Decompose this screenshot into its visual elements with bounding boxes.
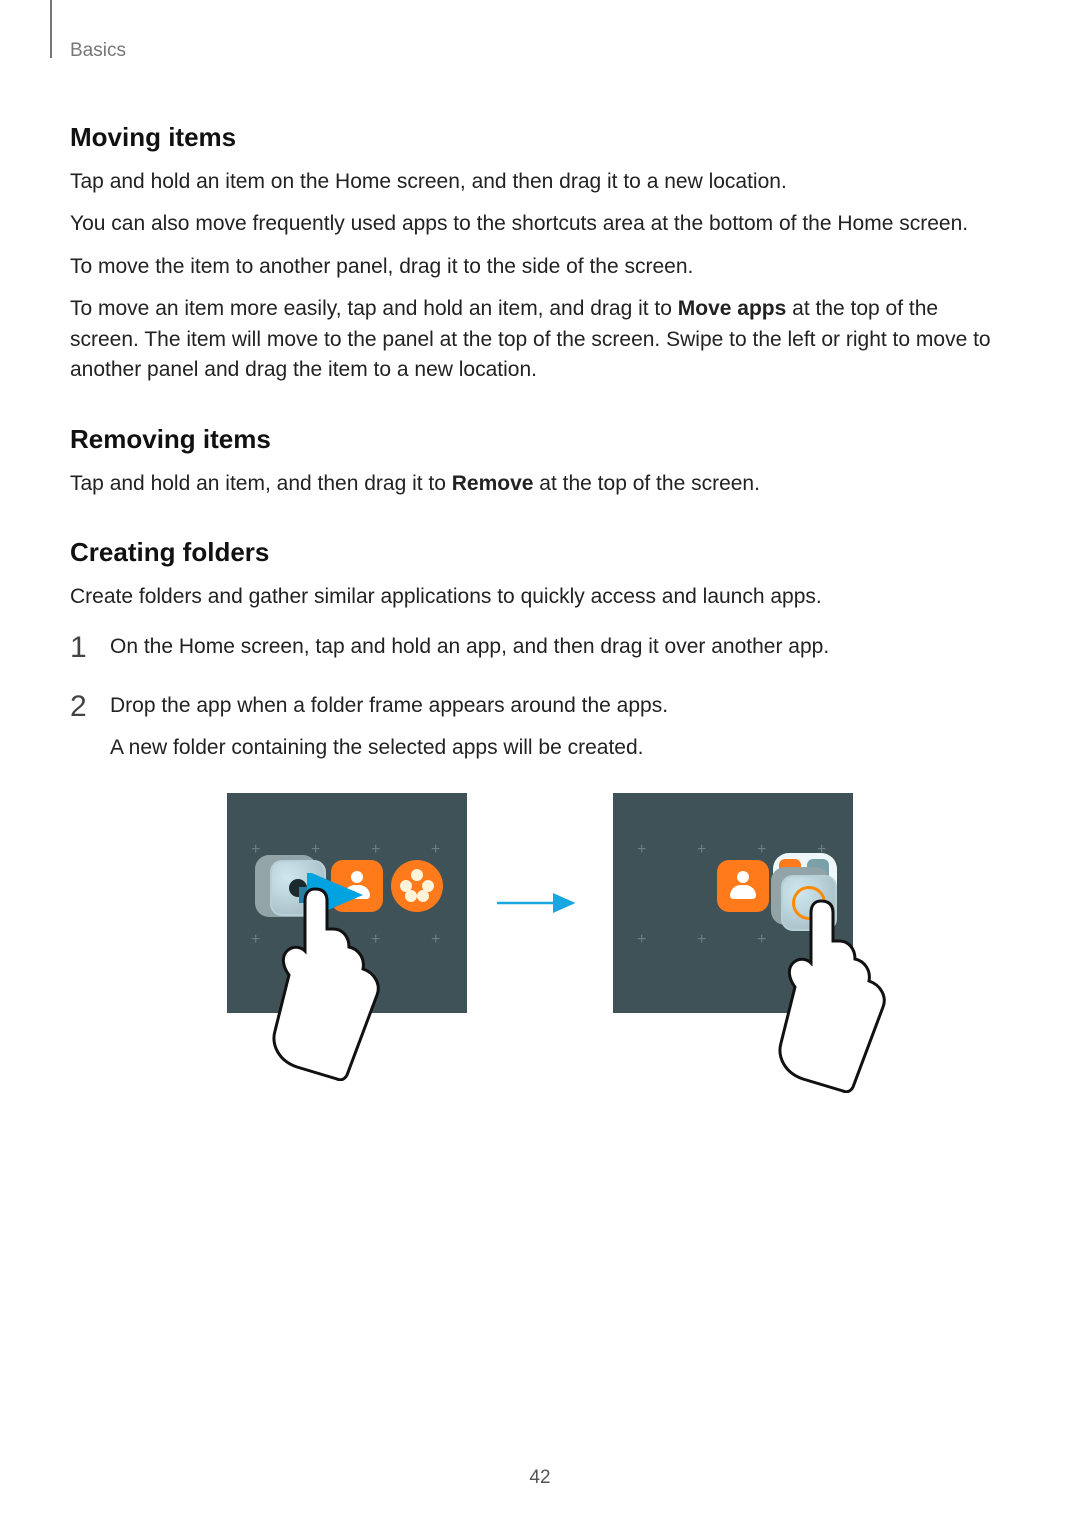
body-text: Tap and hold an item on the Home screen,…	[70, 167, 1010, 197]
body-text: You can also move frequently used apps t…	[70, 209, 1010, 239]
body-text: Create folders and gather similar applic…	[70, 582, 1010, 612]
bold-term: Move apps	[678, 297, 787, 320]
text-fragment: at the top of the screen.	[533, 472, 759, 495]
step-subtext: A new folder containing the selected app…	[110, 732, 1010, 764]
text-fragment: Tap and hold an item, and then drag it t…	[70, 472, 452, 495]
home-screen-illustration-after: + + + + + + +	[613, 793, 853, 1013]
body-text: To move the item to another panel, drag …	[70, 252, 1010, 282]
body-text: To move an item more easily, tap and hol…	[70, 294, 1010, 385]
figure-row: + + + + + + +	[70, 793, 1010, 1013]
step-text: On the Home screen, tap and hold an app,…	[110, 635, 829, 658]
list-item: On the Home screen, tap and hold an app,…	[70, 631, 1010, 663]
step-text: Drop the app when a folder frame appears…	[110, 694, 668, 717]
breadcrumb: Basics	[70, 40, 1010, 62]
text-fragment: To move an item more easily, tap and hol…	[70, 297, 678, 320]
app-icon-gallery	[391, 860, 443, 912]
heading-moving-items: Moving items	[70, 122, 1010, 153]
arrow-right-icon	[495, 893, 585, 913]
list-item: Drop the app when a folder frame appears…	[70, 690, 1010, 763]
hand-pointer-icon	[763, 893, 893, 1093]
app-icon-contacts	[717, 860, 769, 912]
body-text: Tap and hold an item, and then drag it t…	[70, 469, 1010, 499]
heading-creating-folders: Creating folders	[70, 537, 1010, 568]
home-screen-illustration-before: + + + + + + +	[227, 793, 467, 1013]
header-rule	[50, 0, 52, 58]
step-list: On the Home screen, tap and hold an app,…	[70, 631, 1010, 764]
hand-pointer-icon	[257, 881, 387, 1081]
heading-removing-items: Removing items	[70, 424, 1010, 455]
page-number: 42	[0, 1467, 1080, 1489]
bold-term: Remove	[452, 472, 534, 495]
